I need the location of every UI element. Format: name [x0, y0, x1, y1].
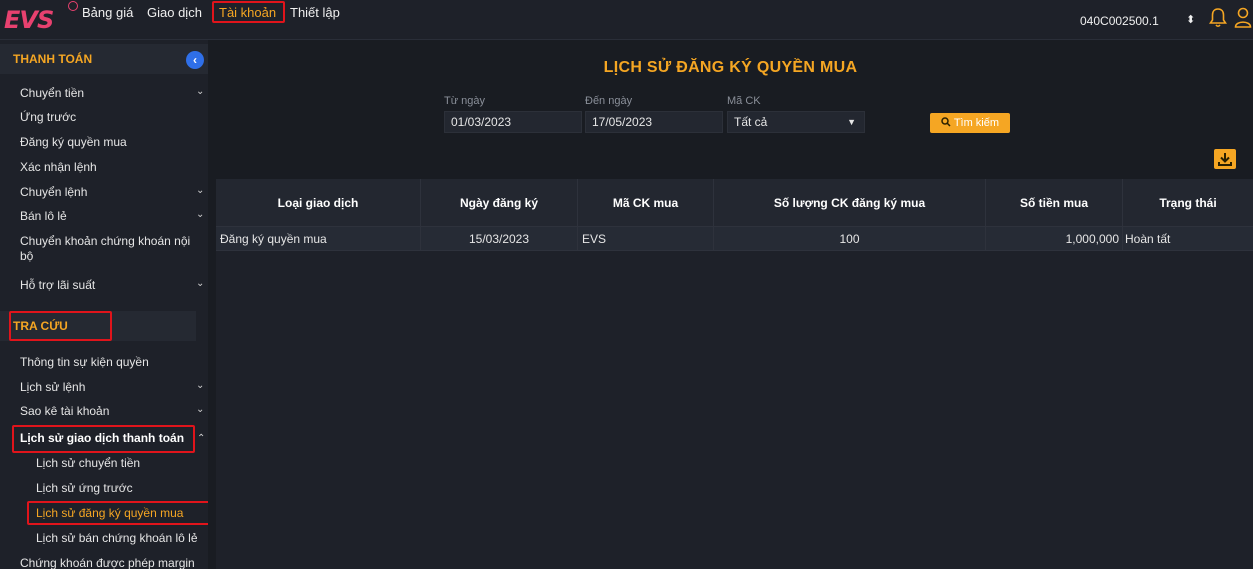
sidebar-item-rights-registration[interactable]: Đăng ký quyền mua: [20, 135, 195, 150]
sidebar-item-interest-support[interactable]: Hỗ trợ lãi suất: [20, 278, 195, 293]
from-date-label: Từ ngày: [444, 95, 485, 107]
payment-history-highlight: [12, 425, 195, 453]
search-button[interactable]: Tìm kiếm: [930, 113, 1010, 133]
nav-price-board[interactable]: Bảng giá: [82, 0, 133, 40]
account-selector[interactable]: 040C002500.1: [1080, 14, 1159, 28]
nav-trading[interactable]: Giao dịch: [147, 0, 202, 40]
sidebar-item-margin-securities[interactable]: Chứng khoán được phép margin: [20, 556, 195, 569]
table-row[interactable]: Đăng ký quyền mua 15/03/2023 EVS 100 1,0…: [216, 227, 1253, 251]
chevron-down-icon[interactable]: ⌄: [196, 86, 204, 97]
main-content: LỊCH SỬ ĐĂNG KÝ QUYỀN MUA Từ ngày 01/03/…: [208, 40, 1253, 569]
stock-code-value: Tất cả: [734, 115, 768, 129]
sidebar-item-internal-securities-transfer[interactable]: Chuyển khoản chứng khoán nội bộ: [20, 234, 195, 264]
top-bar: EVS Bảng giá Giao dịch Tài khoản Thiết l…: [0, 0, 1253, 40]
collapse-sidebar-button[interactable]: ‹: [186, 51, 204, 69]
user-icon[interactable]: [1233, 6, 1253, 30]
sidebar-item-odd-lot-sale[interactable]: Bán lô lẻ: [20, 209, 195, 224]
account-select-arrow-icon[interactable]: ⬍: [1186, 13, 1195, 26]
to-date-label: Đến ngày: [585, 95, 633, 107]
sidebar-sub-transfer-history[interactable]: Lịch sử chuyển tiền: [36, 456, 140, 470]
page-title: LỊCH SỬ ĐĂNG KÝ QUYỀN MUA: [603, 59, 858, 76]
cell-transaction-type: Đăng ký quyền mua: [216, 227, 421, 251]
download-icon: [1218, 153, 1232, 166]
chevron-down-icon[interactable]: ⌄: [196, 209, 204, 220]
registered-mark-icon: [68, 1, 78, 11]
sidebar-item-order-transfer[interactable]: Chuyển lệnh: [20, 185, 195, 200]
cell-purchase-amount: 1,000,000: [986, 227, 1123, 251]
sidebar-item-account-statement[interactable]: Sao kê tài khoản: [20, 404, 195, 419]
from-date-field[interactable]: 01/03/2023: [444, 111, 582, 133]
sidebar-item-rights-event-info[interactable]: Thông tin sự kiện quyền: [20, 355, 195, 370]
chevron-down-icon[interactable]: ⌄: [196, 185, 204, 196]
col-registered-quantity[interactable]: Số lượng CK đăng ký mua: [714, 179, 986, 227]
stock-code-label: Mã CK: [727, 95, 761, 107]
table-header: Loại giao dịch Ngày đăng ký Mã CK mua Số…: [216, 179, 1253, 227]
bell-icon[interactable]: [1208, 6, 1228, 30]
chevron-up-icon[interactable]: ⌃: [197, 433, 205, 444]
dropdown-arrow-icon: ▼: [847, 117, 856, 127]
evs-logo[interactable]: EVS: [4, 6, 54, 34]
rights-history-table: Loại giao dịch Ngày đăng ký Mã CK mua Số…: [216, 179, 1253, 569]
section-payment-heading[interactable]: THANH TOÁN: [0, 44, 208, 74]
nav-account-highlight: [212, 1, 285, 23]
col-transaction-type[interactable]: Loại giao dịch: [216, 179, 421, 227]
stock-code-select[interactable]: Tất cả ▼: [727, 111, 865, 133]
col-registration-date[interactable]: Ngày đăng ký: [421, 179, 578, 227]
nav-settings[interactable]: Thiết lập: [290, 0, 340, 40]
col-purchase-amount[interactable]: Số tiền mua: [986, 179, 1123, 227]
sidebar-item-order-history[interactable]: Lịch sử lệnh: [20, 380, 195, 395]
rights-registration-history-highlight: [27, 501, 220, 525]
sidebar-sub-advance-history[interactable]: Lịch sử ứng trước: [36, 481, 133, 495]
chevron-down-icon[interactable]: ⌄: [196, 404, 204, 415]
cell-registration-date: 15/03/2023: [421, 227, 578, 251]
cell-registered-quantity: 100: [714, 227, 986, 251]
chevron-down-icon[interactable]: ⌄: [196, 380, 204, 391]
search-icon: [941, 117, 951, 127]
chevron-down-icon[interactable]: ⌄: [196, 278, 204, 289]
cell-status: Hoàn tất: [1125, 232, 1171, 246]
sidebar-item-advance[interactable]: Ứng trước: [20, 110, 195, 125]
col-stock-code[interactable]: Mã CK mua: [578, 179, 714, 227]
section-lookup-highlight: [9, 311, 112, 341]
sidebar-item-transfer[interactable]: Chuyển tiền: [20, 86, 195, 101]
sidebar-sub-odd-lot-history[interactable]: Lịch sử bán chứng khoán lô lẻ: [36, 531, 198, 545]
to-date-field[interactable]: 17/05/2023: [585, 111, 723, 133]
cell-stock-code: EVS: [578, 227, 714, 251]
download-button[interactable]: [1214, 149, 1236, 169]
search-button-label: Tìm kiếm: [953, 117, 1000, 129]
sidebar-item-order-confirmation[interactable]: Xác nhận lệnh: [20, 160, 195, 175]
col-status[interactable]: Trạng thái: [1123, 179, 1253, 227]
